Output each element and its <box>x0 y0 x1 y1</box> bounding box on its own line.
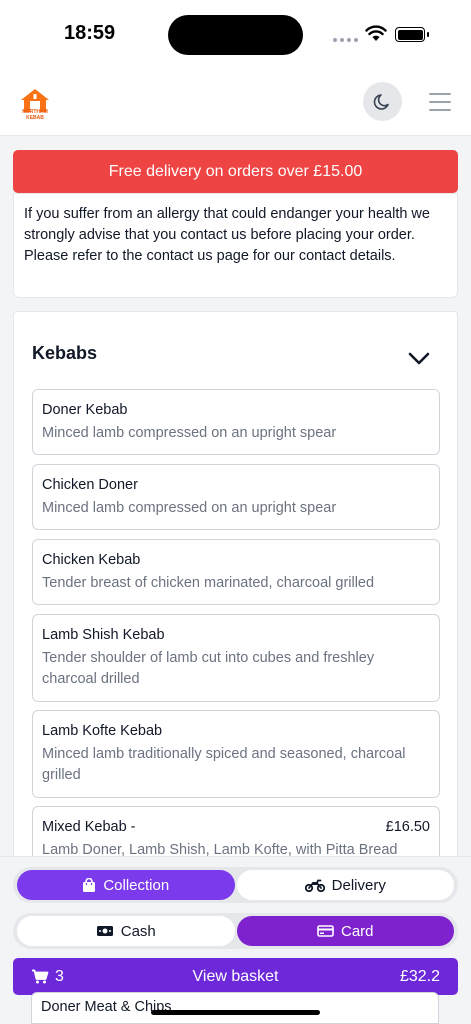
menu-item-name: Chicken Kebab <box>42 552 141 568</box>
delivery-label: Delivery <box>331 876 386 894</box>
basket-total: £32.2 <box>399 967 440 985</box>
collection-label: Collection <box>103 876 170 894</box>
menu-item-name: Doner Kebab <box>42 402 128 418</box>
status-time: 18:59 <box>64 22 116 44</box>
payment-toggle: Cash Card <box>13 913 458 949</box>
signal-icon <box>333 38 358 42</box>
card-label: Card <box>340 922 374 940</box>
menu-item-name: Lamb Kofte Kebab <box>42 723 163 739</box>
menu-item[interactable]: Lamb Kofte Kebab Minced lamb traditional… <box>32 710 440 798</box>
allergy-notice: If you suffer from an allergy that could… <box>13 193 458 298</box>
moon-icon <box>373 93 389 110</box>
card-option[interactable]: Card <box>236 916 454 946</box>
menu-item[interactable]: Chicken Doner Minced lamb compressed on … <box>32 464 440 530</box>
credit-card-icon <box>317 925 334 937</box>
top-nav: MERTHAM KEBAB <box>0 70 471 136</box>
menu-item-description: Minced lamb traditionally spiced and sea… <box>42 746 406 783</box>
section-title: Kebabs <box>32 343 98 363</box>
dynamic-island <box>168 15 303 55</box>
chevron-down-icon[interactable] <box>408 352 430 366</box>
shopping-bag-icon <box>83 877 96 892</box>
menu-item[interactable]: Doner Meat & Chips <box>31 992 439 1024</box>
delivery-option[interactable]: Delivery <box>236 870 454 900</box>
cash-option[interactable]: Cash <box>17 916 235 946</box>
hamburger-menu-icon[interactable] <box>429 93 451 111</box>
menu-item-description: Minced lamb compressed on an upright spe… <box>42 425 337 441</box>
view-basket-button[interactable]: 3 View basket £32.2 <box>13 958 458 995</box>
menu-item-price: £16.50 <box>385 819 430 835</box>
cash-icon <box>96 926 113 936</box>
menu-item-description: Tender shoulder of lamb cut into cubes a… <box>42 650 375 687</box>
menu-item-name: Chicken Doner <box>42 477 138 493</box>
menu-item-description: Tender breast of chicken marinated, char… <box>42 575 375 591</box>
basket-count: 3 <box>55 967 64 985</box>
cash-label: Cash <box>120 922 156 940</box>
menu-item-description: Minced lamb compressed on an upright spe… <box>42 500 337 516</box>
motorcycle-icon <box>304 879 325 892</box>
status-bar: 18:59 <box>0 0 471 70</box>
menu-item[interactable]: Doner Kebab Minced lamb compressed on an… <box>32 389 440 455</box>
collection-option[interactable]: Collection <box>17 870 235 900</box>
menu-item-name: Lamb Shish Kebab <box>42 627 165 643</box>
home-indicator <box>151 1010 320 1015</box>
wifi-icon <box>365 25 387 41</box>
menu-item[interactable]: Lamb Shish Kebab Tender shoulder of lamb… <box>32 614 440 702</box>
order-type-toggle: Collection Delivery <box>13 867 458 903</box>
battery-icon <box>395 27 429 42</box>
logo-text: MERTHAM KEBAB <box>22 109 48 121</box>
dark-mode-button[interactable] <box>363 82 402 121</box>
basket-label: View basket <box>192 967 279 985</box>
menu-item-name: Mixed Kebab - <box>42 819 136 835</box>
cart-icon <box>32 969 49 984</box>
menu-item[interactable]: Chicken Kebab Tender breast of chicken m… <box>32 539 440 605</box>
free-delivery-banner: Free delivery on orders over £15.00 <box>13 150 458 193</box>
